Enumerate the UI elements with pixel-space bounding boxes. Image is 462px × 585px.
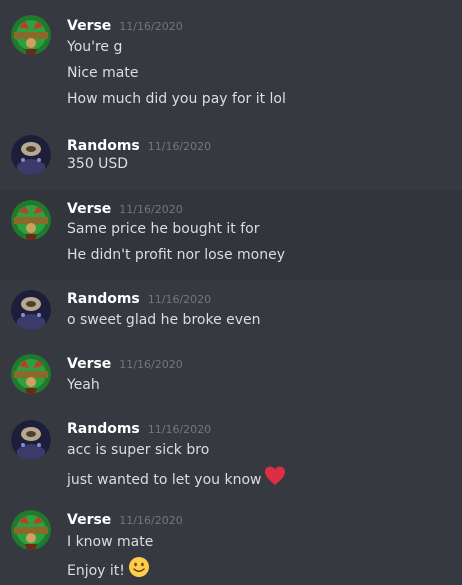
message-group: Verse 11/16/2020 Yeah <box>0 344 462 410</box>
verse-avatar-icon[interactable] <box>11 15 51 55</box>
message-text: How much did you pay for it lol <box>67 91 286 107</box>
username[interactable]: Verse <box>67 356 111 372</box>
heart-emoji-icon <box>264 465 286 493</box>
timestamp: 11/16/2020 <box>119 20 183 33</box>
message-text: He didn't profit nor lose money <box>67 247 286 263</box>
verse-avatar-icon[interactable] <box>11 354 51 394</box>
username[interactable]: Randoms <box>67 421 140 437</box>
randoms-avatar-icon[interactable] <box>11 135 51 175</box>
slightly-smiling-face-emoji-icon <box>128 556 150 584</box>
username[interactable]: Verse <box>67 512 111 528</box>
message-text: just wanted to let you know <box>67 472 262 488</box>
randoms-avatar-icon[interactable] <box>11 290 51 330</box>
verse-avatar-icon[interactable] <box>11 510 51 550</box>
message-group: Randoms 11/16/2020 acc is super sick bro … <box>0 410 462 500</box>
timestamp: 11/16/2020 <box>119 514 183 527</box>
message-group: Randoms 11/16/2020 350 USD <box>0 126 462 190</box>
message-group: Randoms 11/16/2020 o sweet glad he broke … <box>0 280 462 344</box>
message-group: Verse 11/16/2020 You're g Nice mate How m… <box>0 0 462 126</box>
message-group: Verse 11/16/2020 Same price he bought it … <box>0 190 462 280</box>
timestamp: 11/16/2020 <box>119 358 183 371</box>
verse-avatar-icon[interactable] <box>11 200 51 240</box>
timestamp: 11/16/2020 <box>147 140 212 153</box>
username[interactable]: Verse <box>67 18 111 34</box>
message-text: I know mate <box>67 534 154 550</box>
message-text: Yeah <box>67 377 100 393</box>
message-row: just wanted to let you know <box>67 466 286 494</box>
timestamp: 11/16/2020 <box>147 293 212 306</box>
message-row: Enjoy it! <box>67 557 150 585</box>
message-text: You're g <box>67 39 123 55</box>
message-text: acc is super sick bro <box>67 442 210 458</box>
username[interactable]: Verse <box>67 201 111 217</box>
message-text: Enjoy it! <box>67 563 125 579</box>
message-text: Same price he bought it for <box>67 221 260 237</box>
timestamp: 11/16/2020 <box>119 203 183 216</box>
message-group: Verse 11/16/2020 I know mate Enjoy it! <box>0 500 462 585</box>
username[interactable]: Randoms <box>67 291 140 307</box>
message-text: 350 USD <box>67 156 129 172</box>
username[interactable]: Randoms <box>67 138 140 154</box>
message-text: o sweet glad he broke even <box>67 312 261 328</box>
message-text: Nice mate <box>67 65 139 81</box>
randoms-avatar-icon[interactable] <box>11 420 51 460</box>
timestamp: 11/16/2020 <box>147 423 212 436</box>
chat-message-list[interactable]: Verse 11/16/2020 You're g Nice mate How m… <box>0 0 462 585</box>
